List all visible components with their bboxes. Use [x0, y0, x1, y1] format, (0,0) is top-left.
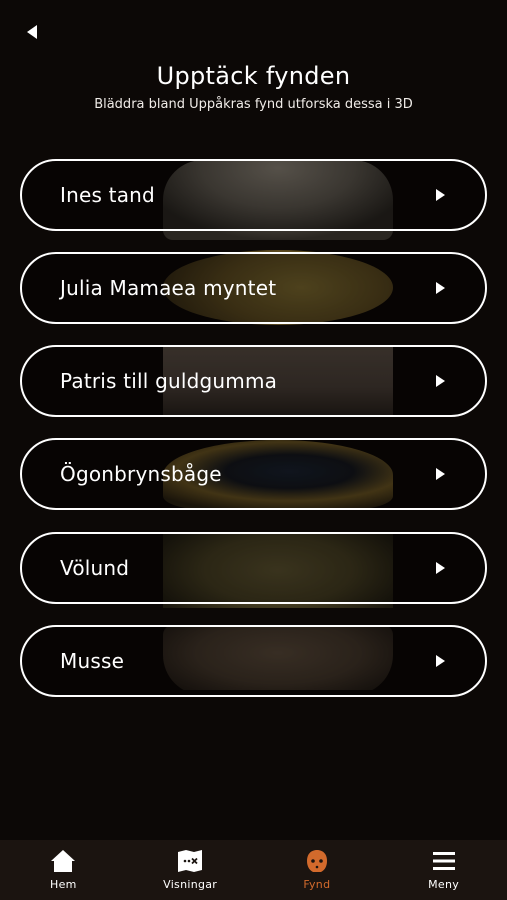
- find-item-label: Völund: [60, 556, 130, 580]
- back-arrow-icon: [25, 24, 39, 44]
- find-item-volund[interactable]: Völund: [20, 532, 487, 604]
- find-item-julia-mamaea[interactable]: Julia Mamaea myntet: [20, 252, 487, 324]
- play-triangle-icon: [435, 561, 447, 575]
- back-button[interactable]: [18, 22, 46, 46]
- artifact-backdrop: [163, 160, 393, 690]
- play-triangle-icon: [435, 374, 447, 388]
- screen: Upptäck fynden Bläddra bland Uppåkras fy…: [0, 0, 507, 900]
- find-item-patris[interactable]: Patris till guldgumma: [20, 345, 487, 417]
- play-triangle-icon: [435, 188, 447, 202]
- find-item-ines-tand[interactable]: Ines tand: [20, 159, 487, 231]
- tab-visningar[interactable]: Visningar: [127, 840, 254, 900]
- find-item-musse[interactable]: Musse: [20, 625, 487, 697]
- find-item-label: Musse: [60, 649, 125, 673]
- home-icon: [49, 848, 77, 874]
- find-item-label: Ines tand: [60, 183, 155, 207]
- play-triangle-icon: [435, 654, 447, 668]
- artifact-head-icon: [303, 848, 331, 874]
- tab-hem[interactable]: Hem: [0, 840, 127, 900]
- page-subtitle: Bläddra bland Uppåkras fynd utforska des…: [94, 97, 413, 112]
- page-title: Upptäck fynden: [156, 62, 351, 90]
- map-icon: [176, 848, 204, 874]
- tab-label: Visningar: [163, 878, 218, 891]
- tab-fynd[interactable]: Fynd: [254, 840, 381, 900]
- hamburger-menu-icon: [430, 848, 458, 874]
- tab-label: Fynd: [303, 878, 331, 891]
- play-triangle-icon: [435, 467, 447, 481]
- find-item-label: Patris till guldgumma: [60, 369, 278, 393]
- find-item-label: Julia Mamaea myntet: [60, 276, 277, 300]
- bottom-tab-bar: Hem Visningar Fynd Meny: [0, 840, 507, 900]
- play-triangle-icon: [435, 281, 447, 295]
- find-item-ogonbrynsbage[interactable]: Ögonbrynsbåge: [20, 438, 487, 510]
- tab-meny[interactable]: Meny: [380, 840, 507, 900]
- find-item-label: Ögonbrynsbåge: [60, 462, 222, 486]
- tab-label: Hem: [50, 878, 77, 891]
- tab-label: Meny: [428, 878, 460, 891]
